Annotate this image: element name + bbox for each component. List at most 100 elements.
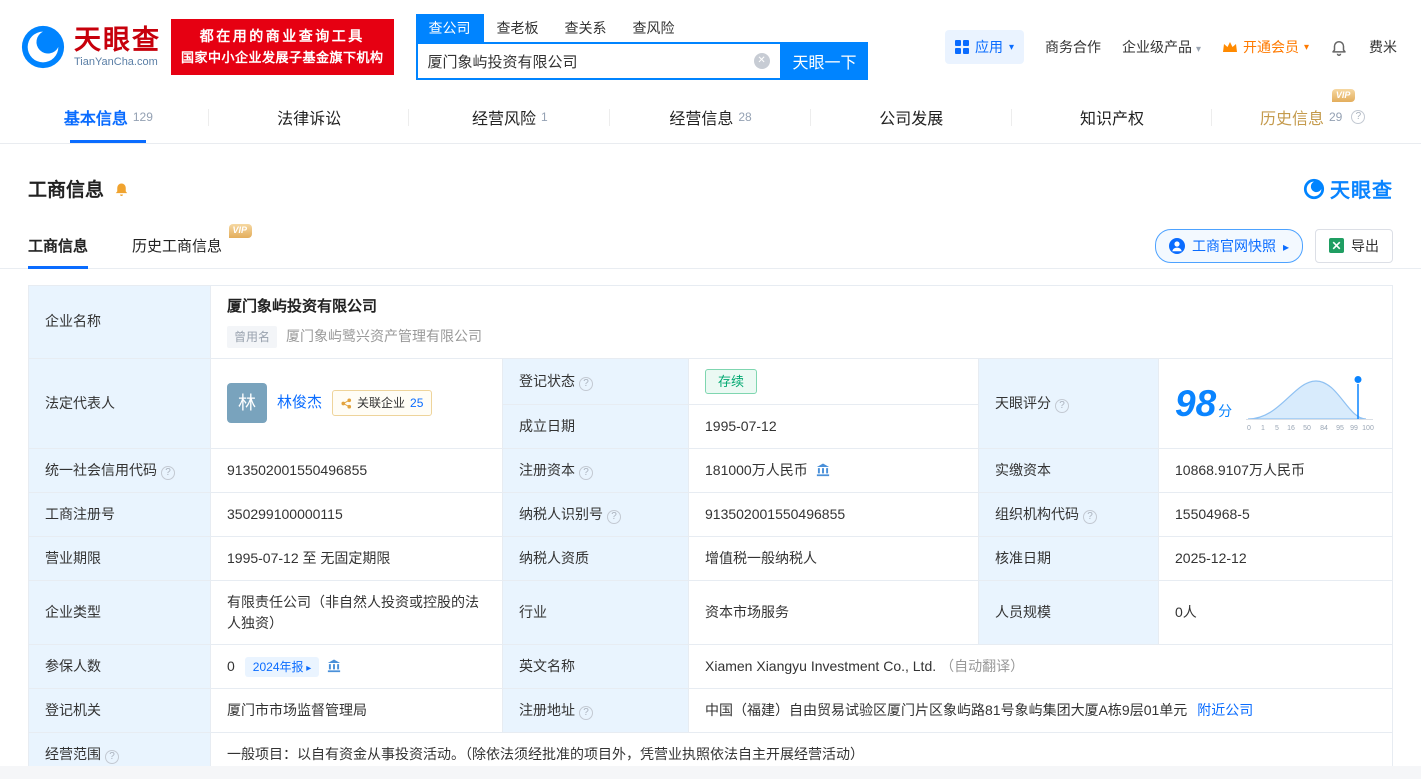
former-name-badge: 曾用名 <box>227 325 278 348</box>
row-credit-code: 统一社会信用代码 913502001550496855 注册资本 181000万… <box>28 448 1393 493</box>
subtab-label: 历史工商信息 <box>132 238 223 255</box>
nav-enterprise[interactable]: 企业级产品 <box>1122 37 1201 57</box>
crown-icon <box>1222 42 1237 52</box>
tianyancha-company-page: 天眼查 TianYanCha.com 都在用的商业查询工具 国家中小企业发展子基… <box>0 0 1421 779</box>
label-establish-date: 成立日期 <box>502 404 689 449</box>
score-wrap: 98 分 0 1 5 16 50 84 95 99 100 <box>1175 372 1376 434</box>
legal-rep-avatar[interactable]: 林 <box>227 383 267 424</box>
export-button[interactable]: 导出 <box>1315 228 1393 263</box>
search-tab-relation[interactable]: 查关系 <box>552 14 620 42</box>
search-tab-risk[interactable]: 查风险 <box>620 14 688 42</box>
help-icon[interactable] <box>161 466 175 480</box>
help-icon[interactable] <box>1351 109 1366 124</box>
nav-cooperation[interactable]: 商务合作 <box>1045 37 1101 57</box>
help-icon[interactable] <box>1055 398 1069 413</box>
legal-rep-name-link[interactable]: 林俊杰 <box>277 392 322 415</box>
cell-legal-rep: 林 林俊杰 关联企业 25 <box>210 357 503 449</box>
legal-rep: 林 林俊杰 关联企业 25 <box>227 383 486 424</box>
cell-reg-number: 350299100000115 <box>210 492 503 537</box>
cell-reg-status: 存续 <box>688 357 979 405</box>
tab-label-wrap: VIP 历史信息 29 <box>1260 88 1366 129</box>
cell-score: 98 分 0 1 5 16 50 84 95 99 100 <box>1158 357 1393 449</box>
help-icon[interactable] <box>579 466 593 480</box>
tab-history-info[interactable]: VIP 历史信息 29 <box>1212 88 1413 143</box>
svg-text:95: 95 <box>1336 425 1344 432</box>
status-badge: 存续 <box>705 368 758 394</box>
help-icon[interactable] <box>579 706 593 720</box>
tab-label: 公司发展 <box>879 110 944 128</box>
nearby-companies-link[interactable]: 附近公司 <box>1197 702 1253 718</box>
cell-company-type: 有限责任公司（非自然人投资或控股的法人独资） <box>210 580 503 645</box>
tab-basic-info[interactable]: 基本信息 129 <box>8 90 209 143</box>
cell-business-term: 1995-07-12 至 无固定期限 <box>210 536 503 581</box>
company-section-tabs: 基本信息 129 法律诉讼 经营风险 1 经营信息 28 公司发展 知识产权 V… <box>0 88 1421 144</box>
search-button[interactable]: 天眼一下 <box>781 42 868 80</box>
label-org-code: 组织机构代码 <box>978 492 1159 537</box>
row-company-type: 企业类型 有限责任公司（非自然人投资或控股的法人独资） 行业 资本市场服务 人员… <box>28 580 1393 645</box>
tab-intellectual-property[interactable]: 知识产权 <box>1012 90 1213 143</box>
label-reg-authority: 登记机关 <box>28 688 211 733</box>
tab-label: 经营风险 <box>471 110 536 128</box>
user-name[interactable]: 费米 <box>1369 37 1397 57</box>
label-business-term: 营业期限 <box>28 536 211 581</box>
chevron-down-icon <box>1304 42 1309 53</box>
notification-bell-icon[interactable] <box>1330 38 1348 56</box>
subtab-history-business-info[interactable]: 历史工商信息 VIP <box>132 223 253 268</box>
vip-badge: VIP <box>228 224 253 238</box>
insured-value: 0 <box>227 658 235 674</box>
bank-icon[interactable] <box>327 659 341 673</box>
bank-icon[interactable] <box>816 463 830 477</box>
tianyancha-logo[interactable]: 天眼查 TianYanCha.com <box>20 24 161 70</box>
search-input-wrap <box>415 42 782 80</box>
grid-icon <box>955 40 970 54</box>
tab-count: 29 <box>1329 109 1343 124</box>
cell-staff-size: 0人 <box>1158 580 1393 645</box>
label-legal-rep: 法定代表人 <box>28 357 211 449</box>
tab-company-development[interactable]: 公司发展 <box>811 90 1012 143</box>
subtab-label: 工商信息 <box>28 238 89 255</box>
logo-domain: TianYanCha.com <box>74 56 158 69</box>
chevron-down-icon <box>1196 44 1201 55</box>
help-icon[interactable] <box>1083 510 1097 524</box>
label-taxpayer-quality: 纳税人资质 <box>502 536 689 581</box>
section-header: 工商信息 天眼查 <box>0 144 1421 203</box>
top-header: 天眼查 TianYanCha.com 都在用的商业查询工具 国家中小企业发展子基… <box>0 0 1421 90</box>
tab-operation-risk[interactable]: 经营风险 1 <box>409 90 610 143</box>
apps-label: 应用 <box>975 39 1004 55</box>
annual-report-badge[interactable]: 2024年报 <box>244 657 320 677</box>
clear-icon[interactable] <box>753 53 770 69</box>
subscribe-bell-icon[interactable] <box>113 180 130 197</box>
search-tab-company[interactable]: 查公司 <box>415 14 484 42</box>
svg-text:50: 50 <box>1303 425 1311 432</box>
vip-label: 开通会员 <box>1242 39 1299 55</box>
subtab-business-info[interactable]: 工商信息 <box>28 223 89 269</box>
row-business-term: 营业期限 1995-07-12 至 无固定期限 纳税人资质 增值税一般纳税人 核… <box>28 536 1393 581</box>
related-companies-count: 25 <box>410 396 424 411</box>
reg-capital-value: 181000万人民币 <box>705 462 808 478</box>
banner-line2: 国家中小企业发展子基金旗下机构 <box>181 49 384 65</box>
company-name: 厦门象屿投资有限公司 <box>227 298 378 315</box>
person-circle-icon <box>1168 237 1185 254</box>
promo-banner: 都在用的商业查询工具 国家中小企业发展子基金旗下机构 <box>171 19 394 75</box>
nav-open-vip[interactable]: 开通会员 <box>1222 37 1309 57</box>
apps-menu[interactable]: 应用 <box>945 30 1025 64</box>
related-companies-badge[interactable]: 关联企业 25 <box>332 390 433 417</box>
svg-text:100: 100 <box>1362 425 1374 432</box>
tab-legal-proceedings[interactable]: 法律诉讼 <box>209 90 410 143</box>
tab-operation-info[interactable]: 经营信息 28 <box>610 90 811 143</box>
label-approval-date: 核准日期 <box>978 536 1159 581</box>
help-icon[interactable] <box>579 376 593 391</box>
tab-label: 经营信息 <box>669 110 734 128</box>
export-label: 导出 <box>1351 237 1379 254</box>
tab-count: 1 <box>540 109 548 124</box>
search-input[interactable] <box>427 52 754 70</box>
svg-text:1: 1 <box>1261 425 1265 432</box>
search-tab-boss[interactable]: 查老板 <box>484 14 552 42</box>
cell-industry: 资本市场服务 <box>688 580 979 645</box>
former-name-line: 曾用名 厦门象屿鹭兴资产管理有限公司 <box>227 325 1376 348</box>
row-reg-number: 工商注册号 350299100000115 纳税人识别号 91350200155… <box>28 492 1393 537</box>
help-icon[interactable] <box>607 510 621 524</box>
help-icon[interactable] <box>105 750 119 764</box>
label-reg-capital: 注册资本 <box>502 448 689 493</box>
official-snapshot-button[interactable]: 工商官网快照 <box>1154 228 1303 263</box>
